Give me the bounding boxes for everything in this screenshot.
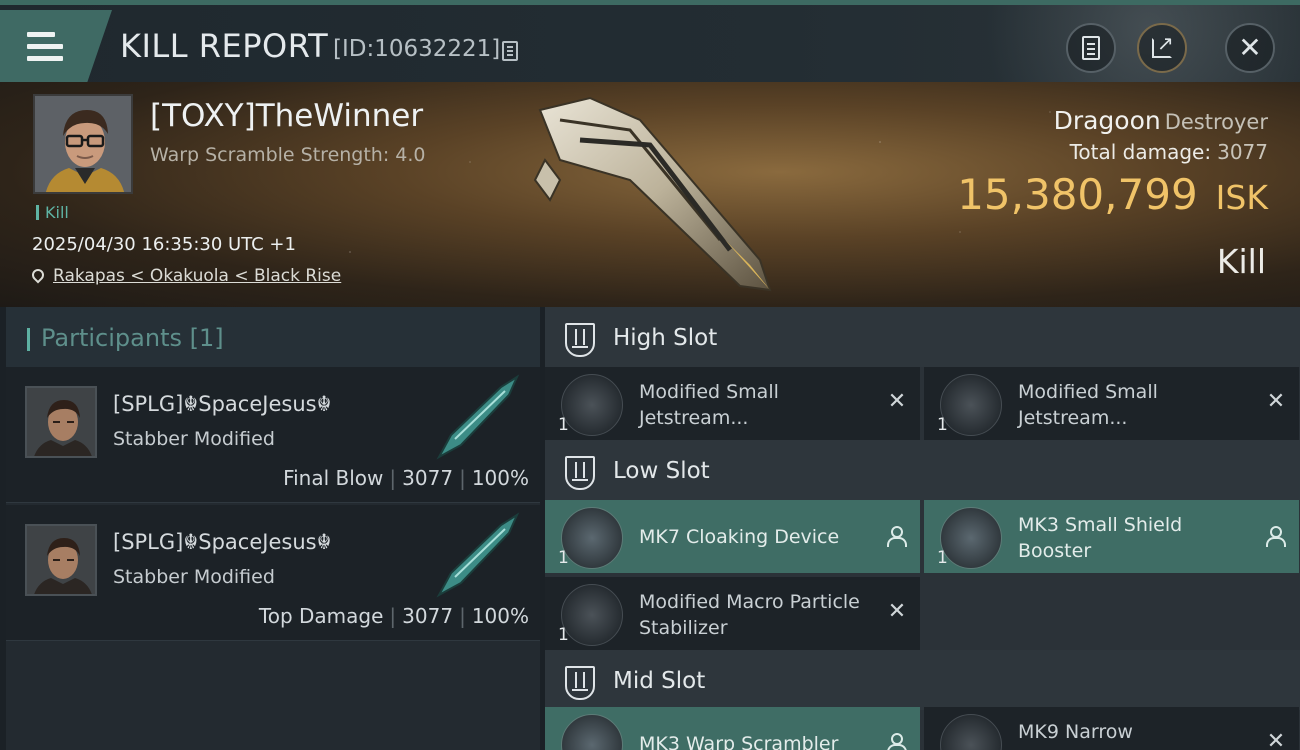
participant-percent: 100% [471,466,529,490]
shield-booster-icon [940,507,1002,569]
participants-header: Participants [1] [6,307,540,367]
participant-role: Top Damage [258,604,384,628]
ship-class: Destroyer [1164,110,1268,134]
module-quantity: 1 [558,625,569,645]
participant-ship-image [436,374,520,460]
kill-location[interactable]: Rakapas < Okakuola < Black Rise [29,266,341,286]
module-name: MK9 Narrow [1018,721,1133,743]
participant-avatar [25,386,97,458]
dropped-person-icon [886,733,907,750]
participant-name[interactable]: [SPLG]☬SpaceJesus☬ [113,392,332,416]
high-slot-label: High Slot [613,325,718,351]
location-pin-icon [29,266,47,284]
participant-damage: 3077 [402,604,454,628]
module-quantity: 1 [937,548,948,568]
module-quantity: 1 [937,415,948,435]
high-slot-header: High Slot [545,307,1300,367]
report-id: [ID:10632221] [333,36,501,62]
header-bar: KILL REPORT [ID:10632221] ✕ [0,0,1300,82]
warp-scrambler-icon [561,714,623,750]
participant-ship-image [436,512,520,598]
share-icon [1152,31,1174,58]
kill-timestamp: 2025/04/30 16:35:30 UTC +1 [32,234,296,255]
module-name: Modified Small Jetstream... [639,381,779,429]
clipboard-button[interactable] [1066,23,1116,73]
jetstream-module-icon [940,374,1002,436]
participant-role: Final Blow [283,466,384,490]
low-slot-header: Low Slot [545,440,1300,500]
total-damage-label: Total damage: [1069,140,1212,164]
module-high-2[interactable]: 1 Modified Small Jetstream... ✕ [924,367,1299,440]
dropped-person-icon [886,526,907,547]
kill-tag: Kill [36,205,69,221]
victim-ship-line[interactable]: Dragoon Destroyer [1054,106,1268,135]
participant-stats: Final Blow | 3077 | 100% [283,466,529,490]
module-low-2[interactable]: 1 MK3 Small Shield Booster [924,500,1299,573]
victim-banner: [TOXY]TheWinner Warp Scramble Strength: … [0,82,1300,307]
menu-button[interactable] [0,10,112,82]
hamburger-menu-icon [27,32,63,62]
victim-ship-image [533,96,772,292]
isk-unit: ISK [1215,178,1268,217]
participant-name[interactable]: [SPLG]☬SpaceJesus☬ [113,530,332,554]
participant-avatar [25,524,97,596]
participant-stats: Top Damage | 3077 | 100% [258,604,529,628]
module-name: Modified Macro Particle Stabilizer [639,591,860,639]
low-slot-label: Low Slot [613,458,710,484]
destroyed-icon: ✕ [887,389,907,414]
clipboard-icon [1082,36,1100,60]
destroyed-icon: ✕ [1266,389,1286,414]
participant-row[interactable]: [SPLG]☬SpaceJesus☬ Stabber Modified Fina… [6,367,540,503]
close-icon: ✕ [1238,31,1262,64]
fitting-panel: High Slot 1 Modified Small Jetstream... … [545,307,1300,750]
copy-id-icon[interactable] [502,41,518,61]
isk-value-line: 15,380,799 ISK [957,170,1268,219]
participants-label: Participants [1] [41,324,224,352]
module-high-1[interactable]: 1 Modified Small Jetstream... ✕ [545,367,920,440]
victim-subtitle: Warp Scramble Strength: 4.0 [150,144,426,166]
mid-slot-icon [565,666,595,700]
particle-stabilizer-icon [561,584,623,646]
low-slot-icon [565,456,595,490]
mid-slot-label: Mid Slot [613,668,706,694]
module-name: MK7 Cloaking Device [639,526,840,548]
kill-outcome: Kill [1216,242,1266,281]
ship-name: Dragoon [1053,106,1161,135]
destroyed-icon: ✕ [1266,729,1286,750]
share-button[interactable] [1137,23,1187,73]
module-low-3[interactable]: 1 Modified Macro Particle Stabilizer ✕ [545,577,920,650]
destroyed-icon: ✕ [887,599,907,624]
close-button[interactable]: ✕ [1225,23,1275,73]
module-low-1[interactable]: 1 MK7 Cloaking Device [545,500,920,573]
participant-percent: 100% [471,604,529,628]
victim-avatar[interactable] [33,94,133,194]
module-mid-1[interactable]: 1 MK3 Warp Scrambler [545,707,920,750]
jetstream-module-icon [561,374,623,436]
mid-slot-header: Mid Slot [545,650,1300,710]
page-title: KILL REPORT [120,27,329,65]
participant-ship: Stabber Modified [113,566,275,588]
cloaking-device-icon [561,507,623,569]
high-slot-icon [565,323,595,357]
module-mid-2[interactable]: 1 MK9 Narrow ✕ [924,707,1299,750]
total-damage-value: 3077 [1217,140,1268,164]
isk-value: 15,380,799 [957,170,1198,219]
participant-ship: Stabber Modified [113,428,275,450]
module-name: MK3 Warp Scrambler [639,733,839,750]
module-name: Modified Small Jetstream... [1018,381,1158,429]
dropped-person-icon [1265,526,1286,547]
participant-damage: 3077 [402,466,454,490]
total-damage: Total damage: 3077 [1070,140,1268,164]
module-quantity: 1 [558,548,569,568]
participant-row[interactable]: [SPLG]☬SpaceJesus☬ Stabber Modified Top … [6,505,540,641]
participants-panel: Participants [1] [SPLG]☬SpaceJesus☬ Stab… [6,307,540,750]
narrow-module-icon [940,714,1002,750]
module-name: MK3 Small Shield Booster [1018,514,1183,562]
victim-name[interactable]: [TOXY]TheWinner [150,98,423,134]
location-link[interactable]: Rakapas < Okakuola < Black Rise [53,266,341,286]
module-quantity: 1 [558,415,569,435]
